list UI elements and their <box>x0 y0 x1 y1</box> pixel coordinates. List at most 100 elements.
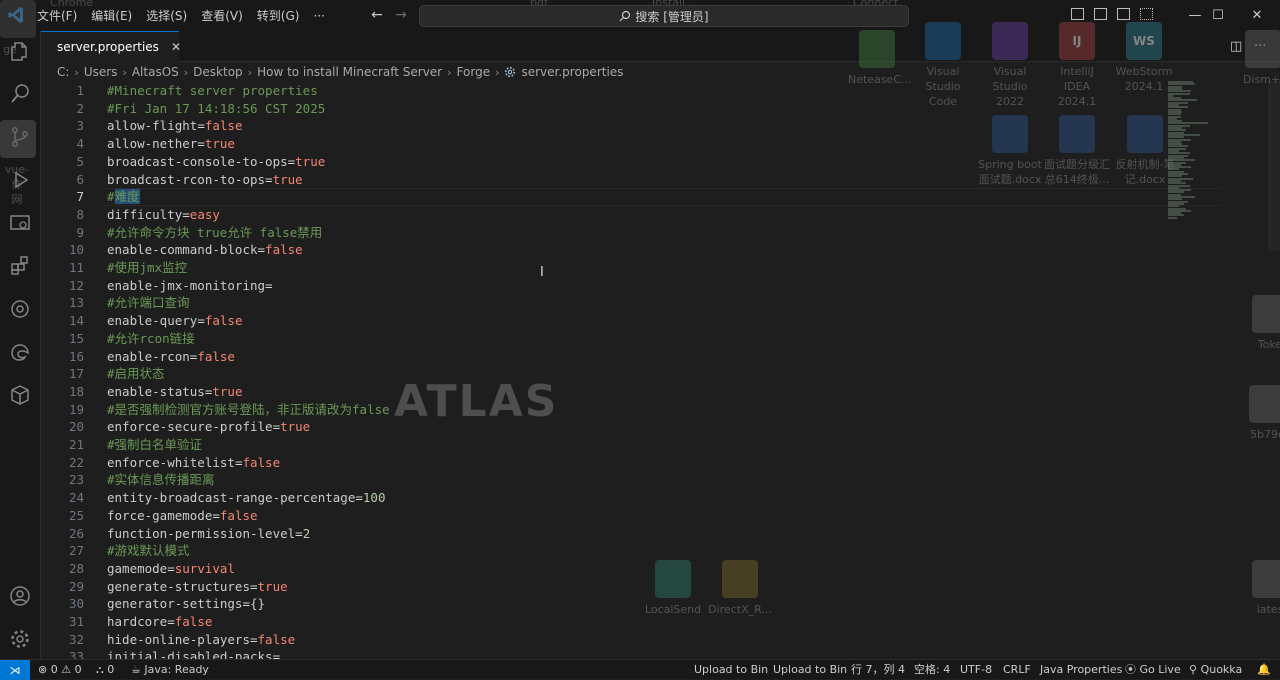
code-line[interactable]: 11 #使用jmx监控 <box>41 259 1191 277</box>
close-window-button[interactable]: ✕ <box>1234 0 1280 31</box>
tab-close-icon[interactable]: ✕ <box>171 40 181 54</box>
search-label: 搜索 [管理员] <box>635 9 709 24</box>
indentation-status[interactable]: 空格: 4 <box>914 660 950 679</box>
back-arrow-icon[interactable]: ← <box>369 7 385 23</box>
code-line[interactable]: 30 generator-settings={} <box>41 595 1191 613</box>
code-token: hardcore <box>107 614 168 629</box>
toggle-primary-sidebar-icon[interactable] <box>1071 8 1084 20</box>
eol-status[interactable]: CRLF <box>1003 660 1031 679</box>
code-line[interactable]: 27 #游戏默认模式 <box>41 542 1191 560</box>
editor-scrollbar[interactable] <box>1268 81 1280 251</box>
encoding-status[interactable]: UTF-8 <box>960 660 992 679</box>
toggle-panel-icon[interactable] <box>1094 8 1107 20</box>
line-number: 1 <box>76 83 84 98</box>
upload-to-bin-button-2[interactable]: Upload to Bin <box>773 660 847 679</box>
code-line[interactable]: 9 #允许命令方块 true允许 false禁用 <box>41 224 1191 242</box>
desktop-shortcut-label: Dism++ <box>1243 73 1280 86</box>
desktop-shortcut-label: 反射机制-笔 记.docx <box>1115 158 1175 186</box>
extensions-icon[interactable] <box>8 254 32 278</box>
code-text: #Minecraft server properties <box>107 82 318 100</box>
code-line[interactable]: 23 #实体信息传播距离 <box>41 471 1191 489</box>
line-number: 2 <box>76 100 84 116</box>
code-token: #Fri Jan 17 14:18:56 CST 2025 <box>107 100 326 116</box>
code-token: enable-query <box>107 313 198 329</box>
line-number: 12 <box>68 277 84 293</box>
breadcrumb-file[interactable]: server.properties <box>521 65 623 79</box>
code-line[interactable]: 32 hide-online-players=false <box>41 631 1191 649</box>
code-line[interactable]: 8 difficulty=easy <box>41 206 1191 224</box>
quokka-status[interactable]: ⚲ Quokka <box>1189 660 1242 679</box>
breadcrumb-forge[interactable]: Forge <box>457 65 491 79</box>
code-token: #是否强制检测官方账号登陆，非正版请改为false <box>107 401 390 417</box>
code-line[interactable]: 24 entity-broadcast-range-percentage=100 <box>41 489 1191 507</box>
code-line[interactable]: 17 #启用状态 <box>41 365 1191 383</box>
menu-selection[interactable]: 选择(S) <box>139 7 194 24</box>
search-view-icon[interactable] <box>8 82 32 106</box>
tab-server-properties[interactable]: server.properties ✕ <box>41 31 181 62</box>
ports-status[interactable]: ⛬ 0 <box>96 660 114 679</box>
toggle-secondary-sidebar-icon[interactable] <box>1117 8 1130 20</box>
code-line[interactable]: 14 enable-query=false <box>41 312 1191 330</box>
code-line[interactable]: 33 initial-disabled-packs= <box>41 648 1191 659</box>
breadcrumb-desktop[interactable]: Desktop <box>193 65 243 79</box>
code-line[interactable]: 22 enforce-whitelist=false <box>41 454 1191 472</box>
menu-more-button[interactable]: ··· <box>306 9 331 23</box>
code-token: false <box>204 118 243 134</box>
code-token: false <box>265 242 303 258</box>
code-line[interactable]: 20 enforce-secure-profile=true <box>41 418 1191 436</box>
code-line[interactable]: 29 generate-structures=true <box>41 578 1191 596</box>
go-live-button[interactable]: ⦿ Go Live <box>1125 660 1181 679</box>
problems-status[interactable]: ⊗ 0 ⚠ 0 <box>38 660 82 679</box>
menu-view[interactable]: 查看(V) <box>194 7 250 24</box>
code-line[interactable]: 10 enable-command-block=false <box>41 241 1191 259</box>
package-icon[interactable] <box>8 383 32 407</box>
testing-icon[interactable] <box>8 297 32 321</box>
code-text: hide-online-players=false <box>107 631 295 649</box>
menu-file[interactable]: 文件(F) <box>30 7 84 24</box>
code-line[interactable]: 12 enable-jmx-monitoring= <box>41 277 1191 295</box>
code-line[interactable]: 25 force-gamemode=false <box>41 507 1191 525</box>
desktop-shortcut-label: Spring boot 面试题.docx <box>978 158 1042 186</box>
upload-to-bin-button[interactable]: Upload to Bin <box>694 660 768 679</box>
edge-devtools-icon[interactable] <box>8 340 32 364</box>
code-token: true <box>272 171 303 187</box>
code-line[interactable]: 19 #是否强制检测官方账号登陆，非正版请改为false <box>41 401 1191 419</box>
code-text: #允许rcon链接 <box>107 330 195 348</box>
code-text: initial-disabled-packs= <box>107 648 280 659</box>
menu-go[interactable]: 转到(G) <box>250 7 307 24</box>
command-center-search[interactable]: 搜索 [管理员] <box>419 5 909 27</box>
breadcrumb-user[interactable]: AltasOS <box>132 65 179 79</box>
split-editor-icon[interactable]: ◫ <box>1230 39 1242 54</box>
breadcrumb-folder[interactable]: How to install Minecraft Server <box>257 65 442 79</box>
code-line[interactable]: 28 gamemode=survival <box>41 560 1191 578</box>
breadcrumb-users[interactable]: Users <box>84 65 118 79</box>
remote-indicator-icon[interactable]: ⋊ <box>0 660 30 680</box>
desktop-shortcut-label: LocalSend <box>644 603 702 616</box>
code-line[interactable]: 15 #允许rcon链接 <box>41 330 1191 348</box>
code-line[interactable]: 13 #允许端口查询 <box>41 294 1191 312</box>
manage-gear-icon[interactable] <box>8 627 32 651</box>
code-token: = <box>197 118 205 134</box>
code-token: = <box>355 490 363 506</box>
java-status[interactable]: ☕ Java: Ready <box>131 660 209 679</box>
remote-explorer-icon[interactable] <box>8 211 32 235</box>
java-icon: ☕ <box>131 663 145 676</box>
language-mode[interactable]: Java Properties <box>1040 660 1122 679</box>
cursor-position[interactable]: 行 7，列 4 <box>851 660 905 679</box>
chevron-right-icon: › <box>495 65 500 79</box>
code-line[interactable]: 21 #强制白名单验证 <box>41 436 1191 454</box>
code-line[interactable]: 31 hardcore=false <box>41 613 1191 631</box>
code-line[interactable]: 26 function-permission-level=2 <box>41 525 1191 543</box>
code-line[interactable]: 16 enable-rcon=false <box>41 348 1191 366</box>
menu-edit[interactable]: 编辑(E) <box>84 7 139 24</box>
breadcrumb-drive[interactable]: C: <box>57 65 69 79</box>
status-bar: ⋊ ⊗ 0 ⚠ 0 ⛬ 0 ☕ Java: Ready Upload to Bi… <box>0 659 1280 680</box>
forward-arrow-icon[interactable]: → <box>393 7 409 23</box>
code-line[interactable]: 7 #难度 <box>41 188 1191 206</box>
customize-layout-icon[interactable] <box>1140 8 1153 20</box>
notifications-bell-icon[interactable]: 🔔 <box>1257 660 1271 679</box>
code-token: = <box>272 649 281 659</box>
code-token: enable-status <box>107 383 205 399</box>
code-line[interactable]: 18 enable-status=true <box>41 383 1191 401</box>
account-icon[interactable] <box>8 584 32 608</box>
